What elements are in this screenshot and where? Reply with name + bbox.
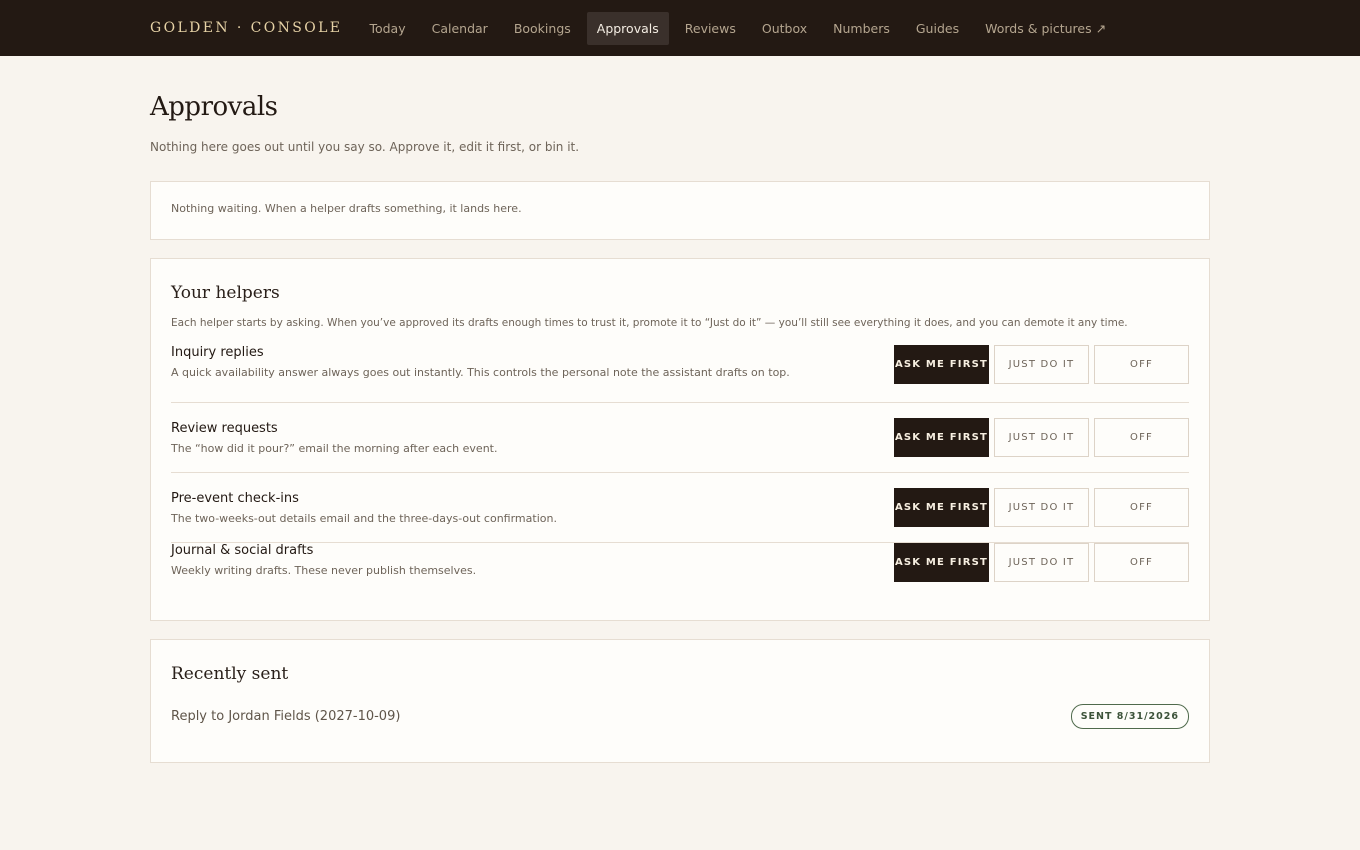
brand-logo[interactable]: GOLDEN · CONSOLE — [150, 20, 342, 36]
helper-row-review-requests: Review requests The “how did it pour?” e… — [171, 403, 1189, 473]
nav-item-guides[interactable]: Guides — [906, 12, 969, 45]
recently-sent-title: Recently sent — [171, 664, 289, 684]
helpers-title: Your helpers — [171, 283, 280, 303]
nav-item-today[interactable]: Today — [359, 12, 415, 45]
helpers-card: Your helpers Each helper starts by askin… — [150, 258, 1210, 621]
nav-item-calendar[interactable]: Calendar — [422, 12, 498, 45]
helper-title: Review requests — [171, 420, 278, 436]
mode-toggle-group: ASK ME FIRST JUST DO IT OFF — [894, 543, 1189, 582]
page-title: Approvals — [150, 92, 278, 122]
helper-text: Review requests The “how did it pour?” e… — [171, 421, 497, 455]
nav-item-reviews[interactable]: Reviews — [675, 12, 746, 45]
ask-me-first-button[interactable]: ASK ME FIRST — [894, 488, 989, 527]
mode-toggle-group: ASK ME FIRST JUST DO IT OFF — [894, 345, 1189, 384]
helper-text: Journal & social drafts Weekly writing d… — [171, 543, 476, 577]
helper-text: Pre-event check-ins The two-weeks-out de… — [171, 491, 557, 525]
empty-queue-message: Nothing waiting. When a helper drafts so… — [171, 202, 522, 215]
main-nav: Today Calendar Bookings Approvals Review… — [359, 11, 1122, 45]
helper-description: Weekly writing drafts. These never publi… — [171, 564, 477, 577]
recently-sent-card: Recently sent Reply to Jordan Fields (20… — [150, 639, 1210, 763]
helper-title: Journal & social drafts — [171, 543, 314, 558]
nav-item-approvals[interactable]: Approvals — [586, 11, 669, 45]
sent-item-text: Reply to Jordan Fields (2027-10-09) — [171, 709, 401, 724]
page-subtitle: Nothing here goes out until you say so. … — [150, 140, 580, 154]
just-do-it-button[interactable]: JUST DO IT — [994, 543, 1089, 582]
helper-description: A quick availability answer always goes … — [171, 366, 790, 379]
helper-row-pre-event-check-ins: Pre-event check-ins The two-weeks-out de… — [171, 473, 1189, 543]
helper-text: Inquiry replies A quick availability ans… — [171, 345, 790, 379]
off-button[interactable]: OFF — [1094, 418, 1189, 457]
helpers-description: Each helper starts by asking. When you’v… — [171, 317, 1128, 329]
main-content: Approvals Nothing here goes out until yo… — [150, 56, 1210, 763]
ask-me-first-button[interactable]: ASK ME FIRST — [894, 543, 989, 582]
ask-me-first-button[interactable]: ASK ME FIRST — [894, 418, 989, 457]
helper-row-inquiry-replies: Inquiry replies A quick availability ans… — [171, 345, 1189, 403]
helper-description: The “how did it pour?” email the morning… — [171, 441, 498, 455]
just-do-it-button[interactable]: JUST DO IT — [994, 488, 1089, 527]
nav-item-numbers[interactable]: Numbers — [823, 12, 900, 45]
helper-row-journal-social-drafts: Journal & social drafts Weekly writing d… — [171, 543, 1189, 605]
just-do-it-button[interactable]: JUST DO IT — [994, 418, 1089, 457]
off-button[interactable]: OFF — [1094, 543, 1189, 582]
nav-item-words-pictures[interactable]: Words & pictures ↗ — [975, 12, 1116, 45]
list-item[interactable]: Reply to Jordan Fields (2027-10-09) SENT… — [171, 704, 1189, 729]
mode-toggle-group: ASK ME FIRST JUST DO IT OFF — [894, 488, 1189, 527]
just-do-it-button[interactable]: JUST DO IT — [994, 345, 1089, 384]
helper-description: The two-weeks-out details email and the … — [171, 511, 557, 525]
off-button[interactable]: OFF — [1094, 345, 1189, 384]
nav-item-bookings[interactable]: Bookings — [504, 12, 581, 45]
ask-me-first-button[interactable]: ASK ME FIRST — [894, 345, 989, 384]
helper-title: Inquiry replies — [171, 345, 264, 360]
top-nav-bar: GOLDEN · CONSOLE Today Calendar Bookings… — [0, 0, 1360, 56]
helper-title: Pre-event check-ins — [171, 490, 299, 506]
mode-toggle-group: ASK ME FIRST JUST DO IT OFF — [894, 418, 1189, 457]
nav-item-outbox[interactable]: Outbox — [752, 12, 817, 45]
helper-list: Inquiry replies A quick availability ans… — [171, 345, 1189, 605]
off-button[interactable]: OFF — [1094, 488, 1189, 527]
approval-queue-card: Nothing waiting. When a helper drafts so… — [150, 181, 1210, 240]
status-badge: SENT 8/31/2026 — [1070, 704, 1189, 729]
